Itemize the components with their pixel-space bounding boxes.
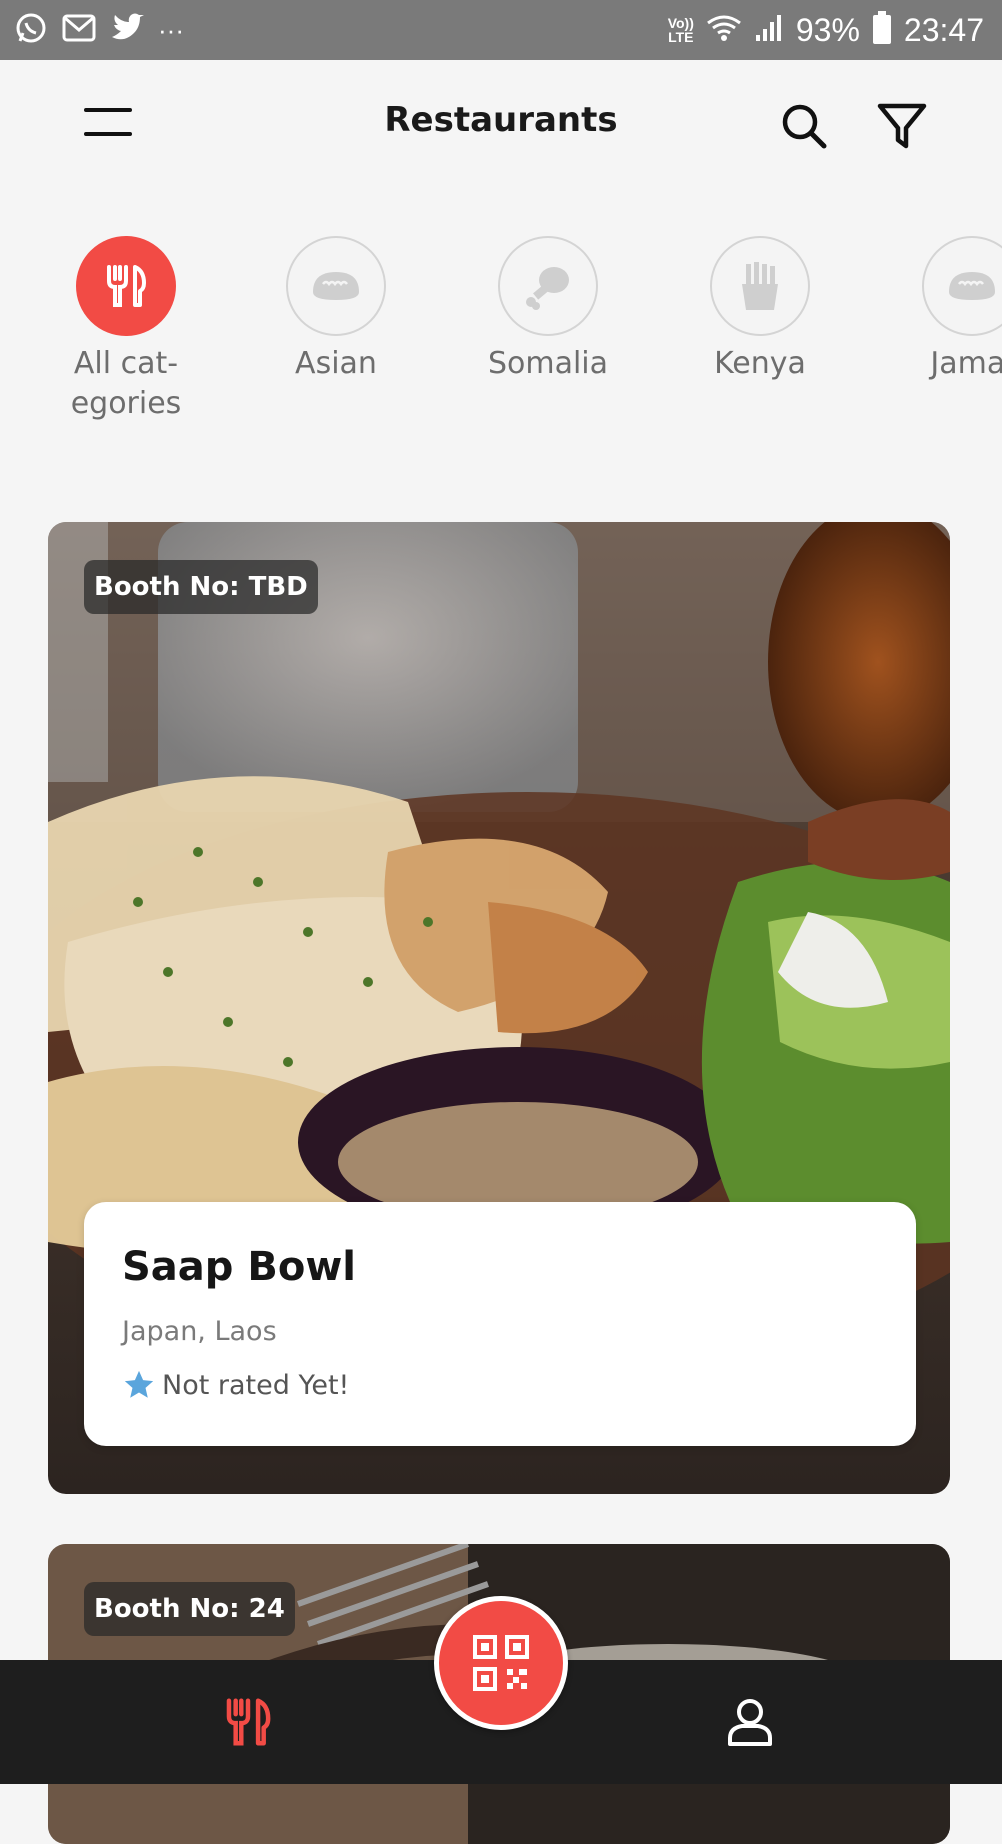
page-title: Restaurants (384, 100, 618, 140)
gmail-icon (62, 13, 96, 47)
category-circle (498, 236, 598, 336)
category-jamaica[interactable]: Jamai (882, 236, 1002, 384)
restaurant-location: Japan, Laos (122, 1316, 277, 1347)
category-label: Asian (295, 346, 377, 381)
category-somalia[interactable]: Somalia (458, 236, 638, 384)
search-button[interactable] (776, 98, 832, 154)
filter-button[interactable] (874, 98, 930, 154)
meat-leg-icon (526, 267, 569, 310)
whatsapp-icon (14, 11, 48, 49)
category-scroller[interactable]: All cat- egories Asian Somalia Kenya Jam… (0, 230, 1002, 430)
category-label: Kenya (714, 346, 806, 381)
twitter-icon (110, 13, 144, 47)
battery-percent: 93% (795, 11, 860, 48)
qr-scan-button[interactable] (434, 1596, 568, 1730)
app-bar: Restaurants (0, 60, 1002, 188)
clock: 23:47 (903, 11, 984, 48)
category-kenya[interactable]: Kenya (670, 236, 850, 384)
qr-code-icon (473, 1635, 529, 1691)
category-circle (76, 236, 176, 336)
filter-icon (877, 103, 927, 149)
user-icon (728, 1699, 772, 1746)
restaurant-name: Saap Bowl (122, 1244, 356, 1290)
nav-restaurants-button[interactable] (220, 1694, 276, 1750)
battery-icon (872, 11, 892, 49)
wifi-icon (706, 13, 742, 47)
nav-profile-button[interactable] (722, 1694, 778, 1750)
more-notifications-indicator: ··· (158, 14, 184, 45)
volte-indicator: Vo)) LTE (667, 15, 694, 45)
category-circle (286, 236, 386, 336)
rating-text: Not rated Yet! (162, 1369, 350, 1401)
dumpling-icon (313, 272, 359, 300)
fries-icon (742, 262, 778, 310)
category-asian[interactable]: Asian (246, 236, 426, 384)
search-icon (782, 104, 827, 149)
restaurant-info-card: Saap Bowl Japan, Laos Not rated Yet! (84, 1202, 916, 1446)
cutlery-icon (226, 1698, 271, 1746)
cutlery-icon (107, 265, 146, 307)
category-circle (710, 236, 810, 336)
status-bar: ··· Vo)) LTE 93% 23:47 (0, 0, 1002, 60)
dumpling-icon (949, 272, 995, 300)
restaurant-card[interactable]: Booth No: TBD Saap Bowl Japan, Laos Not … (48, 522, 950, 1494)
category-all[interactable]: All cat- egories (36, 236, 216, 424)
category-label: Jamai (930, 346, 1002, 381)
booth-badge: Booth No: TBD (84, 560, 318, 614)
restaurant-rating: Not rated Yet! (122, 1368, 349, 1402)
signal-icon (754, 13, 784, 47)
category-label: Somalia (487, 346, 609, 381)
star-icon (124, 1370, 154, 1398)
category-label: All cat- egories (70, 346, 182, 421)
booth-badge: Booth No: 24 (84, 1582, 295, 1636)
category-circle (922, 236, 1002, 336)
